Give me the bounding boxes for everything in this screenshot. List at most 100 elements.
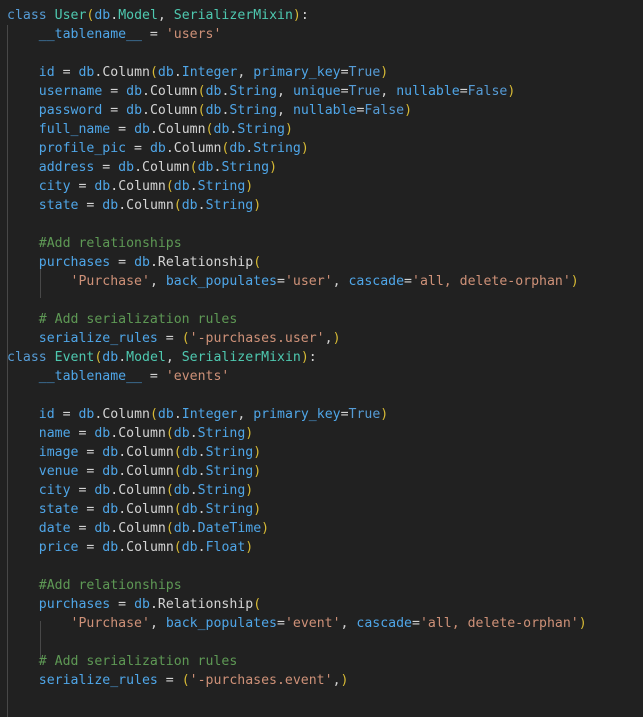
code-token: id [38,65,55,80]
code-line[interactable]: id = db.Column(db.Integer, primary_key=T… [0,405,643,424]
code-line[interactable]: purchases = db.Relationship( [0,253,643,272]
code-token: ( [189,160,198,175]
code-token: , [149,616,166,631]
code-content[interactable]: class User(db.Model, SerializerMixin): _… [0,6,643,690]
code-line[interactable]: class Event(db.Model, SerializerMixin): [0,348,643,367]
code-token: = [276,616,285,631]
code-line[interactable]: city = db.Column(db.String) [0,177,643,196]
code-token: ( [173,198,182,213]
code-token: = [157,331,182,346]
code-line[interactable]: 'Purchase', back_populates='user', casca… [0,272,643,291]
code-token: = [340,84,349,99]
code-line[interactable] [0,215,643,234]
code-token: password [38,103,103,118]
code-line[interactable]: city = db.Column(db.String) [0,481,643,500]
code-token: # Add serialization rules [38,654,238,669]
code-line[interactable]: image = db.Column(db.String) [0,443,643,462]
code-line[interactable]: state = db.Column(db.String) [0,500,643,519]
code-token: 'user' [284,274,333,289]
code-line[interactable]: serialize_rules = ('-purchases.event',) [0,671,643,690]
code-token: . [110,179,119,194]
code-token: . [173,407,182,422]
code-token: . [110,521,119,536]
code-line[interactable]: #Add relationships [0,576,643,595]
code-line[interactable] [0,44,643,63]
code-token: String [197,483,246,498]
code-line[interactable]: purchases = db.Relationship( [0,595,643,614]
code-line[interactable]: serialize_rules = ('-purchases.user',) [0,329,643,348]
code-line[interactable]: class User(db.Model, SerializerMixin): [0,6,643,25]
code-token: ) [292,8,301,23]
code-line[interactable]: password = db.Column(db.String, nullable… [0,101,643,120]
code-token: serialize_rules [38,331,158,346]
code-token: 'event' [284,616,341,631]
code-token: . [173,65,182,80]
code-token: Column [142,160,190,175]
code-line[interactable]: address = db.Column(db.String) [0,158,643,177]
code-token: = [70,179,95,194]
code-token: ( [173,445,182,460]
code-line[interactable]: price = db.Column(db.Float) [0,538,643,557]
code-line[interactable]: 'Purchase', back_populates='event', casc… [0,614,643,633]
code-line[interactable]: full_name = db.Column(db.String) [0,120,643,139]
code-token: = [78,464,103,479]
code-token: db [78,407,95,422]
code-token: . [149,122,158,137]
code-line[interactable]: __tablename__ = 'events' [0,367,643,386]
code-token: Column [173,141,222,156]
code-line[interactable]: username = db.Column(db.String, unique=T… [0,82,643,101]
code-token: Column [102,65,150,80]
code-token: = [340,65,349,80]
code-line[interactable] [0,557,643,576]
code-line[interactable] [0,386,643,405]
code-token: , [340,616,357,631]
code-line[interactable] [0,291,643,310]
code-token: db [197,160,214,175]
code-token: date [38,521,71,536]
code-line[interactable]: # Add serialization rules [0,310,643,329]
code-token: db [102,198,119,213]
code-token: String [205,445,254,460]
code-token: username [38,84,103,99]
code-line[interactable]: # Add serialization rules [0,652,643,671]
code-token: db [126,84,143,99]
code-line[interactable]: profile_pic = db.Column(db.String) [0,139,643,158]
code-token: class [7,8,55,23]
code-token: . [142,103,150,118]
code-editor-surface[interactable]: class User(db.Model, SerializerMixin): _… [0,0,643,717]
code-token: ) [332,331,341,346]
code-token: Column [157,122,206,137]
code-line[interactable]: __tablename__ = 'users' [0,25,643,44]
code-token: purchases [38,597,111,612]
code-token: User [54,8,87,23]
code-token: Event [54,350,95,365]
code-token: = [110,597,135,612]
code-line[interactable]: #Add relationships [0,234,643,253]
code-token: . [165,141,174,156]
code-token: cascade [348,274,405,289]
code-line[interactable]: state = db.Column(db.String) [0,196,643,215]
code-token: ( [181,331,190,346]
code-line[interactable] [0,633,643,652]
code-token: db [205,103,222,118]
code-line[interactable]: venue = db.Column(db.String) [0,462,643,481]
code-line[interactable]: id = db.Column(db.Integer, primary_key=T… [0,63,643,82]
code-token: Column [126,198,174,213]
code-token: ) [253,502,262,517]
code-line[interactable]: date = db.Column(db.DateTime) [0,519,643,538]
code-token: : [308,350,317,365]
code-token: ( [173,540,182,555]
code-token: = [78,540,103,555]
code-line[interactable]: name = db.Column(db.String) [0,424,643,443]
code-token: . [197,464,206,479]
code-token: , [324,331,333,346]
